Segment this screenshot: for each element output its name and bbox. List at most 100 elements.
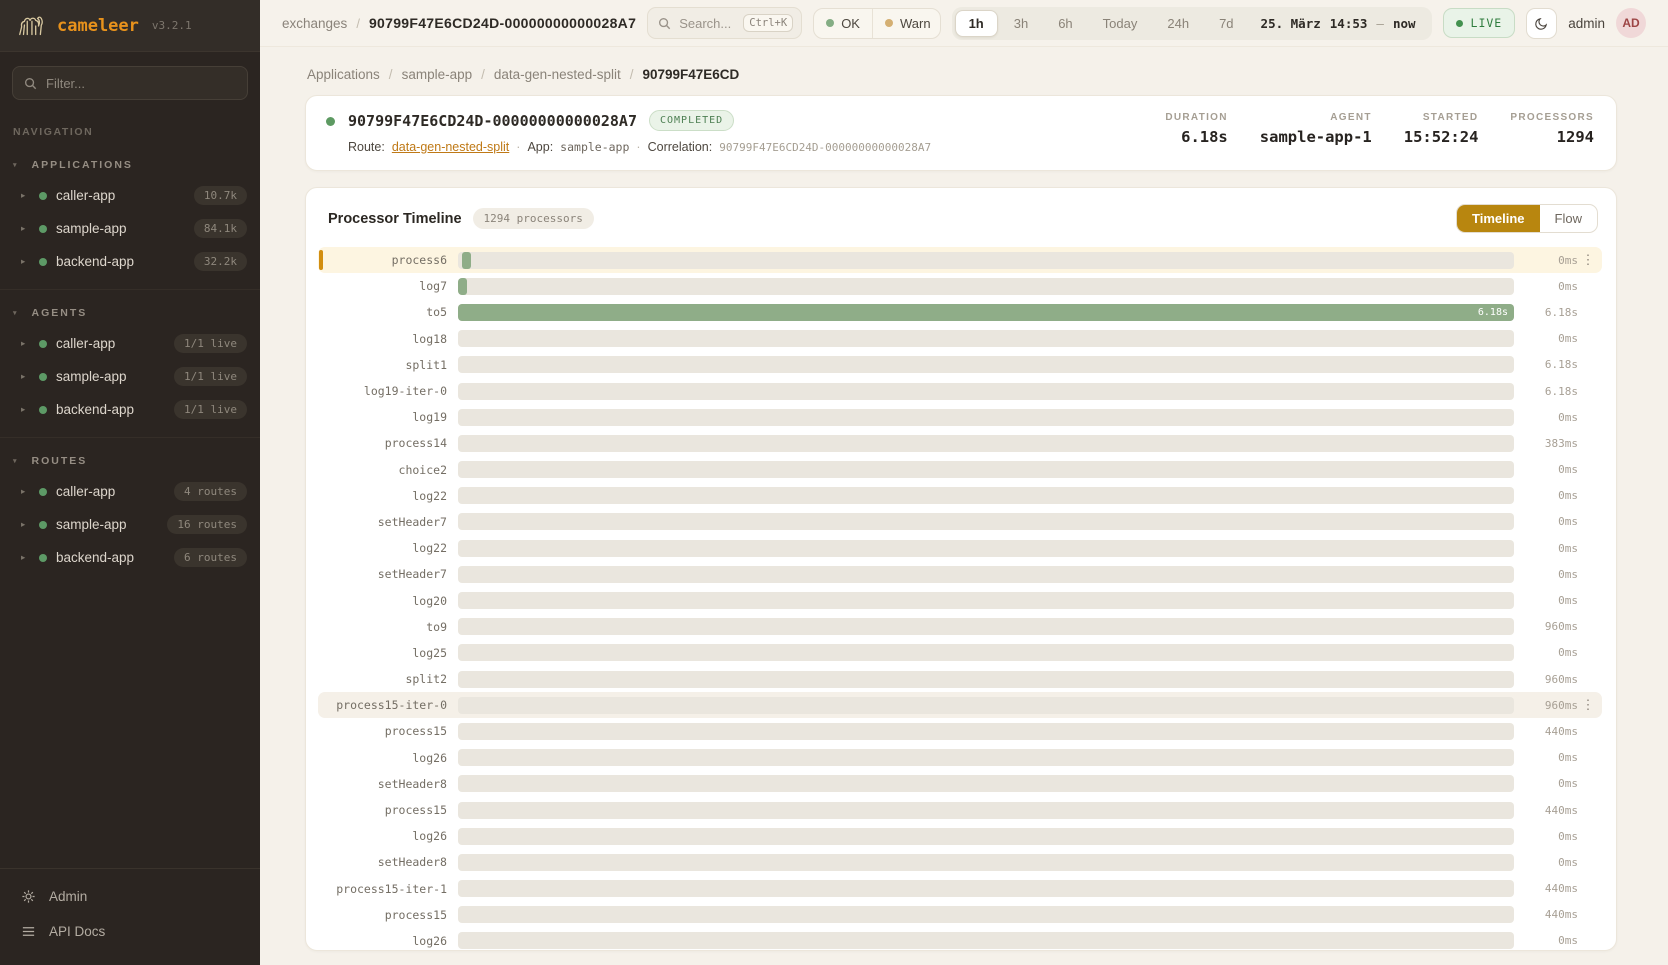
timeline-row[interactable]: log19-iter-0 6.18s ⋮ (318, 378, 1602, 404)
timeline-row[interactable]: log22 0ms ⋮ (318, 483, 1602, 509)
timeline-row[interactable]: log22 0ms ⋮ (318, 535, 1602, 561)
breadcrumb-section[interactable]: exchanges (282, 16, 347, 31)
view-toggle-button-flow[interactable]: Flow (1540, 205, 1597, 232)
search-input[interactable]: Search... ... Ctrl+K (647, 7, 802, 39)
timeline-row[interactable]: log19 0ms ⋮ (318, 404, 1602, 430)
processor-label: log18 (328, 332, 458, 346)
sidebar-item-sample-app[interactable]: ▸ sample-app 84.1k (0, 212, 260, 245)
breadcrumb-item-1[interactable]: sample-app (402, 67, 473, 82)
timeline-track (458, 592, 1514, 609)
sidebar-item-badge: 84.1k (194, 219, 247, 238)
time-range-button-24h[interactable]: 24h (1153, 10, 1203, 37)
timeline-row[interactable]: setHeader7 0ms ⋮ (318, 561, 1602, 587)
status-filter-chip-ok[interactable]: OK (814, 9, 872, 38)
sidebar-item-admin[interactable]: Admin (0, 879, 260, 914)
sidebar-footer: Admin API Docs (0, 868, 260, 965)
timeline-row[interactable]: log26 0ms ⋮ (318, 823, 1602, 849)
time-range-group: 1h3h6hToday24h7d 25. März 14:53 — now (952, 7, 1432, 40)
timeline-row[interactable]: log20 0ms ⋮ (318, 587, 1602, 613)
timeline-row[interactable]: choice2 0ms ⋮ (318, 457, 1602, 483)
chevron-down-icon: ▾ (13, 309, 19, 317)
nav-section: ▾ APPLICATIONS ▸ caller-app 10.7k ▸ samp… (0, 142, 260, 289)
breadcrumb-item-0[interactable]: Applications (307, 67, 380, 82)
stat-duration: DURATION 6.18s (1165, 112, 1227, 146)
duration-value: 440ms (1514, 804, 1578, 817)
brand-version: v3.2.1 (152, 19, 192, 32)
sidebar-item-caller-app[interactable]: ▸ caller-app 4 routes (0, 475, 260, 508)
sidebar-item-caller-app[interactable]: ▸ caller-app 10.7k (0, 179, 260, 212)
timeline-row[interactable]: process15 440ms ⋮ (318, 902, 1602, 928)
kebab-menu-icon[interactable]: ⋮ (1578, 252, 1598, 268)
timeline-row[interactable]: to9 960ms ⋮ (318, 614, 1602, 640)
timeline-row[interactable]: process15-iter-0 960ms ⋮ (318, 692, 1602, 718)
chevron-right-icon: ▸ (21, 519, 30, 530)
time-range-button-3h[interactable]: 3h (1000, 10, 1042, 37)
timeline-track (458, 802, 1514, 819)
timeline-bar (462, 252, 470, 269)
sidebar-item-caller-app[interactable]: ▸ caller-app 1/1 live (0, 327, 260, 360)
date-range[interactable]: 25. März 14:53 — now (1248, 16, 1429, 31)
timeline-row[interactable]: setHeader8 0ms ⋮ (318, 771, 1602, 797)
timeline-row[interactable]: log26 0ms ⋮ (318, 928, 1602, 951)
nav-section-header[interactable]: ▾ AGENTS (0, 299, 260, 327)
timeline-row[interactable]: to5 6.18s 6.18s ⋮ (318, 299, 1602, 325)
timeline-row[interactable]: process6 0ms ⋮ (318, 247, 1602, 273)
search-shortcut: Ctrl+K (743, 14, 793, 32)
timeline-rows: process6 0ms ⋮ log7 0ms ⋮ to5 6.18s 6.18… (318, 247, 1602, 951)
sidebar-item-backend-app[interactable]: ▸ backend-app 32.2k (0, 245, 260, 278)
timeline-row[interactable]: log26 0ms ⋮ (318, 745, 1602, 771)
avatar[interactable]: AD (1616, 8, 1646, 38)
status-filter-chip-warn[interactable]: Warn (872, 9, 941, 38)
nav-section-header[interactable]: ▾ ROUTES (0, 447, 260, 475)
duration-value: 0ms (1514, 489, 1578, 502)
timeline-row[interactable]: process15 440ms ⋮ (318, 718, 1602, 744)
timeline-track (458, 932, 1514, 949)
live-toggle[interactable]: LIVE (1443, 8, 1516, 38)
timeline-row[interactable]: process15 440ms ⋮ (318, 797, 1602, 823)
time-range-button-today[interactable]: Today (1089, 10, 1152, 37)
chevron-down-icon: ▾ (13, 457, 19, 465)
timeline-track (458, 775, 1514, 792)
nav-sections: ▾ APPLICATIONS ▸ caller-app 10.7k ▸ samp… (0, 142, 260, 868)
timeline-track (458, 854, 1514, 871)
duration-value: 440ms (1514, 725, 1578, 738)
timeline-row[interactable]: split1 6.18s ⋮ (318, 352, 1602, 378)
timeline-row[interactable]: setHeader8 0ms ⋮ (318, 849, 1602, 875)
timeline-row[interactable]: process15-iter-1 440ms ⋮ (318, 876, 1602, 902)
sidebar-item-backend-app[interactable]: ▸ backend-app 1/1 live (0, 393, 260, 426)
timeline-row[interactable]: split2 960ms ⋮ (318, 666, 1602, 692)
nav-section-header[interactable]: ▾ APPLICATIONS (0, 151, 260, 179)
stat-value: 1294 (1510, 128, 1594, 146)
sidebar-item-sample-app[interactable]: ▸ sample-app 16 routes (0, 508, 260, 541)
duration-value: 0ms (1514, 411, 1578, 424)
kebab-menu-icon[interactable]: ⋮ (1578, 697, 1598, 713)
timeline-track (458, 278, 1514, 295)
sidebar-item-backend-app[interactable]: ▸ backend-app 6 routes (0, 541, 260, 574)
processor-label: log7 (328, 279, 458, 293)
stat-started: STARTED 15:52:24 (1404, 112, 1479, 146)
view-toggle-button-timeline[interactable]: Timeline (1457, 205, 1540, 232)
time-range-button-1h[interactable]: 1h (955, 10, 998, 37)
sidebar-item-badge: 4 routes (174, 482, 247, 501)
timeline-row[interactable]: setHeader7 0ms ⋮ (318, 509, 1602, 535)
time-range-button-7d[interactable]: 7d (1205, 10, 1247, 37)
sidebar-item-badge: 32.2k (194, 252, 247, 271)
status-dot-icon (39, 373, 47, 381)
chevron-down-icon: ▾ (13, 161, 19, 169)
time-range-button-6h[interactable]: 6h (1044, 10, 1086, 37)
route-link[interactable]: data-gen-nested-split (392, 140, 509, 154)
status-dot-icon (39, 488, 47, 496)
timeline-row[interactable]: log18 0ms ⋮ (318, 326, 1602, 352)
moon-icon (1534, 16, 1549, 31)
timeline-row[interactable]: process14 383ms ⋮ (318, 430, 1602, 456)
sidebar-filter-input[interactable]: Filter... (12, 66, 248, 100)
timeline-row[interactable]: log7 0ms ⋮ (318, 273, 1602, 299)
timeline-row[interactable]: log25 0ms ⋮ (318, 640, 1602, 666)
stat-processors: PROCESSORS 1294 (1510, 112, 1594, 146)
sidebar-item-api-docs[interactable]: API Docs (0, 914, 260, 949)
status-dot-icon (39, 554, 47, 562)
theme-toggle-button[interactable] (1526, 8, 1557, 39)
sidebar-item-sample-app[interactable]: ▸ sample-app 1/1 live (0, 360, 260, 393)
camel-logo-icon (16, 11, 46, 41)
breadcrumb-item-2[interactable]: data-gen-nested-split (494, 67, 621, 82)
